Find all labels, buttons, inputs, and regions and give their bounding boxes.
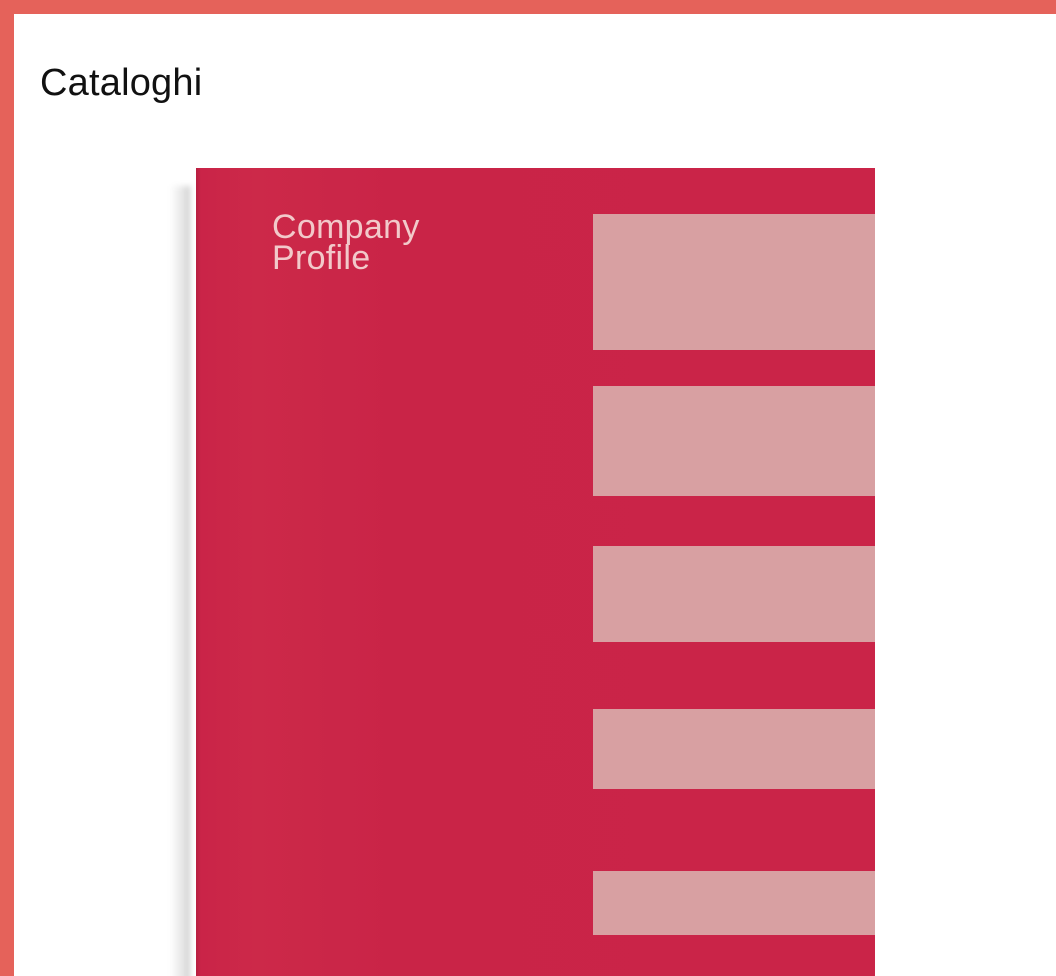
cover-stripe <box>593 871 875 935</box>
cover-title-line-2: Profile <box>272 239 371 277</box>
cover-stripe <box>593 709 875 789</box>
cover-shadow <box>170 186 190 976</box>
cover-stripe <box>593 386 875 496</box>
catalog-cover-image[interactable]: Company Profile <box>14 14 1056 976</box>
cover-stripe <box>593 214 875 350</box>
cover-stripe <box>593 546 875 642</box>
booklet-cover: Company Profile <box>196 168 875 976</box>
page: { "section": { "title": "Cataloghi" }, "… <box>0 0 1056 976</box>
catalog-card[interactable]: Cataloghi Company Profile <box>14 14 1056 976</box>
cover-title: Company Profile <box>272 210 420 277</box>
